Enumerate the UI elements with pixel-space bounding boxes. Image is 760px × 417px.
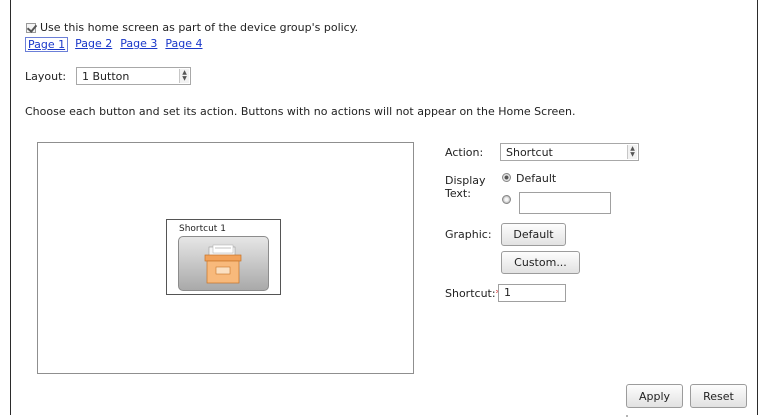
shortcut-label-text: Shortcut: [445, 287, 496, 300]
instructions-text: Choose each button and set its action. B… [25, 105, 576, 118]
reset-button[interactable]: Reset [690, 384, 747, 408]
display-custom-radio[interactable] [502, 195, 511, 204]
tab-page-1[interactable]: Page 1 [25, 37, 69, 52]
action-select[interactable]: Shortcut ▲ ▼ [500, 143, 639, 161]
policy-checkbox[interactable] [26, 22, 36, 33]
shortcut-label: Shortcut:* [445, 287, 501, 300]
shortcut-1-title: Shortcut 1 [179, 224, 226, 234]
shortcut-1-button[interactable] [178, 236, 269, 291]
layout-label: Layout: [25, 70, 67, 83]
action-select-arrows-icon[interactable]: ▲ ▼ [627, 145, 637, 159]
tab-page-2[interactable]: Page 2 [74, 37, 113, 52]
apply-button[interactable]: Apply [626, 384, 683, 408]
policy-checkbox-label: Use this home screen as part of the devi… [40, 21, 359, 34]
tab-page-3[interactable]: Page 3 [119, 37, 158, 52]
action-label: Action: [445, 146, 484, 159]
tab-page-4[interactable]: Page 4 [164, 37, 203, 52]
graphic-label: Graphic: [445, 228, 492, 241]
layout-select-arrows-icon[interactable]: ▲ ▼ [179, 69, 189, 83]
folder-shortcut-icon [204, 244, 242, 284]
graphic-custom-button[interactable]: Custom... [501, 251, 580, 274]
graphic-default-button[interactable]: Default [501, 223, 566, 246]
layout-select[interactable]: 1 Button ▲ ▼ [76, 67, 191, 85]
policy-row[interactable]: Use this home screen as part of the devi… [26, 21, 358, 34]
display-default-radio[interactable] [502, 173, 511, 182]
action-select-value: Shortcut [506, 145, 553, 159]
display-default-label: Default [516, 172, 557, 185]
page-tabs: Page 1 Page 2 Page 3 Page 4 [25, 37, 210, 52]
layout-select-value: 1 Button [82, 69, 130, 83]
display-text-label: Display Text: [445, 174, 486, 200]
display-text-input[interactable] [519, 192, 611, 214]
shortcut-input[interactable]: 1 [498, 284, 566, 302]
